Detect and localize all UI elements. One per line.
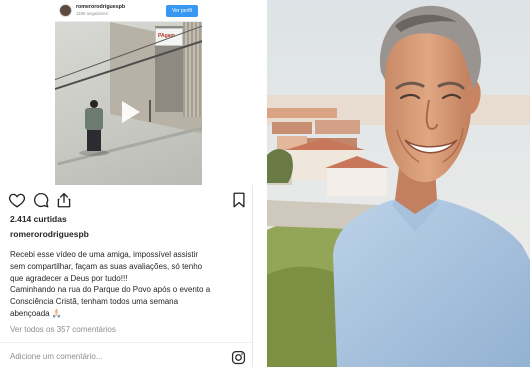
building-facade [183, 22, 202, 117]
bookmark-icon[interactable] [230, 191, 248, 209]
embedded-video[interactable]: romerorodriguespb 118K seguidores Ver pe… [55, 0, 202, 185]
view-all-comments-link[interactable]: Ver todos os 357 comentários [10, 325, 116, 334]
caption-line: abençoada 🙏🏻 [10, 308, 62, 318]
comment-input[interactable]: Adicione um comentário... [10, 352, 103, 361]
caption-line: Consciência Cristã, tenham todos uma sem… [10, 297, 179, 307]
portrait-photo [267, 0, 530, 367]
caption-line: Recebi esse vídeo de uma amiga, impossív… [10, 250, 199, 259]
caption-line: que agradecer a Deus por tudo!!! [10, 273, 128, 283]
heart-icon[interactable] [8, 191, 26, 209]
post-caption: Recebi esse vídeo de uma amiga, impossív… [10, 249, 260, 320]
person-body [85, 108, 103, 130]
comment-icon[interactable] [32, 191, 50, 209]
person-legs [87, 129, 101, 151]
video-header: romerorodriguespb 118K seguidores Ver pe… [55, 0, 202, 22]
post-author[interactable]: romerorodriguespb [10, 229, 89, 239]
video-username[interactable]: romerorodriguespb [76, 4, 125, 10]
caption-line: sem compartilhar, façam as suas avaliaçõ… [10, 261, 203, 271]
video-frame-image: PAgam [55, 22, 202, 185]
person-head [90, 100, 98, 108]
divider [252, 185, 253, 367]
caption-line: Caminhando na rua do Parque do Povo após… [10, 285, 211, 295]
tree [267, 149, 293, 183]
video-followers: 118K seguidores [76, 11, 108, 16]
share-icon[interactable] [55, 191, 73, 209]
play-icon[interactable] [116, 99, 142, 125]
instagram-icon[interactable] [231, 350, 246, 365]
pole [149, 100, 151, 122]
post-actions [0, 185, 267, 211]
likes-count[interactable]: 2.414 curtidas [10, 214, 67, 224]
divider [0, 342, 252, 343]
avatar[interactable] [59, 4, 72, 17]
instagram-post: romerorodriguespb 118K seguidores Ver pe… [0, 0, 267, 367]
view-profile-button[interactable]: Ver perfil [166, 5, 198, 17]
